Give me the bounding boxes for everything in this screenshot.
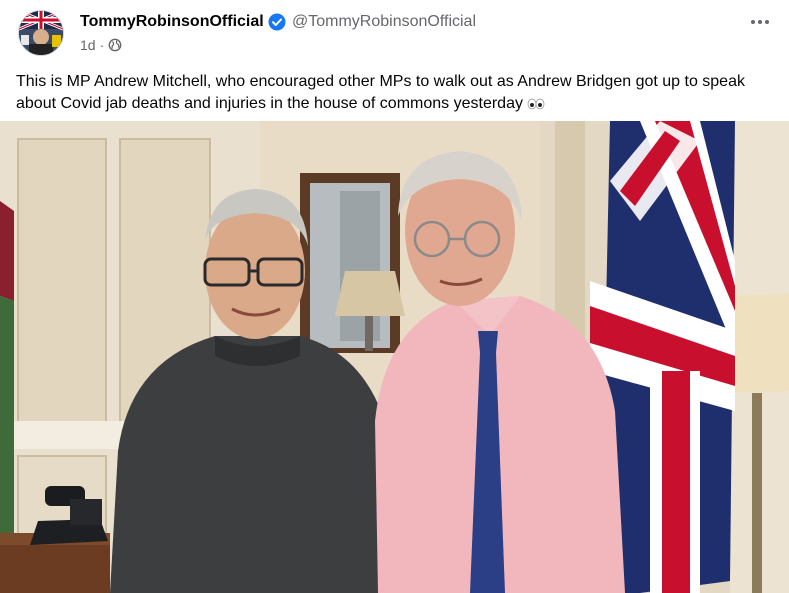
- more-options-button[interactable]: [746, 12, 774, 32]
- post-body: This is MP Andrew Mitchell, who encourag…: [16, 71, 776, 115]
- meta-separator: ·: [99, 37, 105, 53]
- verified-badge-icon: [268, 13, 286, 31]
- post-body-text: This is MP Andrew Mitchell, who encourag…: [16, 73, 745, 112]
- post-photo[interactable]: [0, 121, 789, 593]
- avatar-image: [19, 11, 63, 55]
- author-name[interactable]: TommyRobinsonOfficial: [80, 13, 264, 31]
- more-horizontal-icon: [751, 20, 769, 24]
- author-handle[interactable]: @TommyRobinsonOfficial: [292, 13, 476, 31]
- author-avatar[interactable]: [18, 10, 64, 56]
- post-meta: 1d ·: [80, 37, 122, 53]
- eyes-emoji-icon: [528, 98, 545, 110]
- post-photo-image: [0, 121, 789, 593]
- post-timestamp[interactable]: 1d: [80, 37, 96, 53]
- public-globe-icon: [108, 38, 122, 52]
- facebook-post: TommyRobinsonOfficial @TommyRobinsonOffi…: [0, 0, 789, 593]
